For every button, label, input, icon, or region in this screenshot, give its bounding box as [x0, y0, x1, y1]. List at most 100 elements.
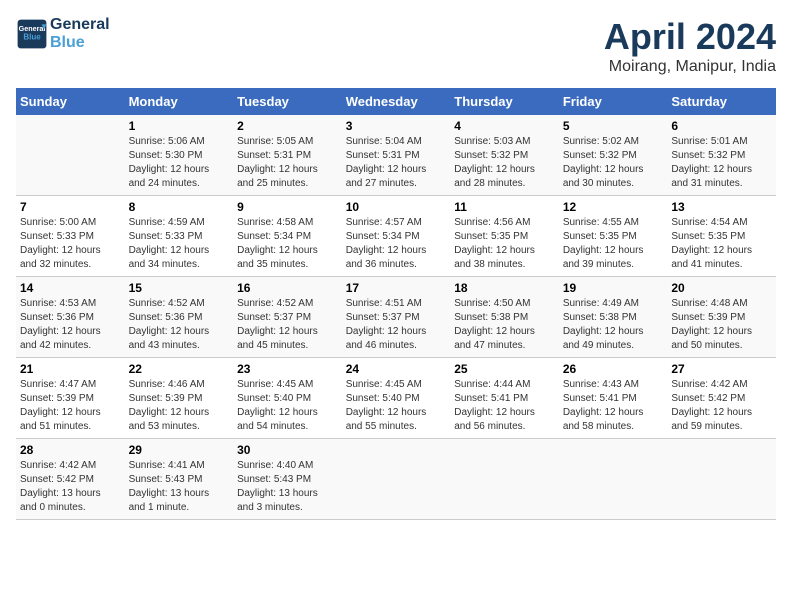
day-details: Sunrise: 4:44 AM Sunset: 5:41 PM Dayligh… — [454, 378, 555, 434]
day-details: Sunrise: 4:54 AM Sunset: 5:35 PM Dayligh… — [671, 216, 772, 272]
day-details: Sunrise: 4:48 AM Sunset: 5:39 PM Dayligh… — [671, 297, 772, 353]
day-cell: 27Sunrise: 4:42 AM Sunset: 5:42 PM Dayli… — [667, 358, 776, 439]
day-number: 10 — [346, 200, 447, 214]
day-number: 18 — [454, 281, 555, 295]
day-cell: 28Sunrise: 4:42 AM Sunset: 5:42 PM Dayli… — [16, 439, 125, 520]
day-number: 2 — [237, 119, 338, 133]
day-cell: 21 Sunrise: 4:47 AM Sunset: 5:39 PM Dayli… — [16, 358, 125, 439]
day-details: Sunrise: 5:05 AM Sunset: 5:31 PM Dayligh… — [237, 135, 338, 191]
day-details: Sunrise: 4:41 AM Sunset: 5:43 PM Dayligh… — [129, 459, 230, 515]
day-details: Sunrise: 5:06 AM Sunset: 5:30 PM Dayligh… — [129, 135, 230, 191]
svg-text:Blue: Blue — [23, 33, 41, 42]
day-details: Sunrise: 4:49 AM Sunset: 5:38 PM Dayligh… — [563, 297, 664, 353]
day-number: 12 — [563, 200, 664, 214]
day-number: 23 — [237, 362, 338, 376]
day-cell: 30 Sunrise: 4:40 AM Sunset: 5:43 PM Dayli… — [233, 439, 342, 520]
day-details: Sunrise: 4:42 AM Sunset: 5:42 PM Dayligh… — [671, 378, 772, 434]
day-details: Sunrise: 4:47 AM Sunset: 5:39 PM Dayligh… — [20, 378, 121, 434]
day-cell: 3Sunrise: 5:04 AM Sunset: 5:31 PM Daylig… — [342, 115, 451, 196]
week-row-4: 28Sunrise: 4:42 AM Sunset: 5:42 PM Dayli… — [16, 439, 776, 520]
day-details: Sunrise: 4:52 AM Sunset: 5:36 PM Dayligh… — [129, 297, 230, 353]
day-details: Sunrise: 5:04 AM Sunset: 5:31 PM Dayligh… — [346, 135, 447, 191]
header-thursday: Thursday — [450, 88, 559, 115]
header: General Blue General Blue April 2024 Moi… — [16, 16, 776, 76]
header-sunday: Sunday — [16, 88, 125, 115]
day-cell: 25 Sunrise: 4:44 AM Sunset: 5:41 PM Dayli… — [450, 358, 559, 439]
page-title: April 2024 — [604, 16, 776, 58]
week-row-2: 14 Sunrise: 4:53 AM Sunset: 5:36 PM Dayli… — [16, 277, 776, 358]
day-number: 22 — [129, 362, 230, 376]
day-cell: 1 Sunrise: 5:06 AM Sunset: 5:30 PM Daylig… — [125, 115, 234, 196]
day-details: Sunrise: 4:58 AM Sunset: 5:34 PM Dayligh… — [237, 216, 338, 272]
day-details: Sunrise: 4:55 AM Sunset: 5:35 PM Dayligh… — [563, 216, 664, 272]
day-cell: 23 Sunrise: 4:45 AM Sunset: 5:40 PM Dayli… — [233, 358, 342, 439]
day-cell: 11Sunrise: 4:56 AM Sunset: 5:35 PM Dayli… — [450, 196, 559, 277]
day-number: 16 — [237, 281, 338, 295]
day-number: 14 — [20, 281, 121, 295]
day-cell: 19 Sunrise: 4:49 AM Sunset: 5:38 PM Dayli… — [559, 277, 668, 358]
day-cell: 26 Sunrise: 4:43 AM Sunset: 5:41 PM Dayli… — [559, 358, 668, 439]
day-cell — [16, 115, 125, 196]
page-subtitle: Moirang, Manipur, India — [604, 58, 776, 76]
day-cell: 2 Sunrise: 5:05 AM Sunset: 5:31 PM Daylig… — [233, 115, 342, 196]
day-cell: 9 Sunrise: 4:58 AM Sunset: 5:34 PM Daylig… — [233, 196, 342, 277]
day-details: Sunrise: 5:03 AM Sunset: 5:32 PM Dayligh… — [454, 135, 555, 191]
day-number: 4 — [454, 119, 555, 133]
header-monday: Monday — [125, 88, 234, 115]
day-number: 21 — [20, 362, 121, 376]
day-number: 26 — [563, 362, 664, 376]
day-cell: 14 Sunrise: 4:53 AM Sunset: 5:36 PM Dayli… — [16, 277, 125, 358]
day-cell — [559, 439, 668, 520]
day-cell: 8 Sunrise: 4:59 AM Sunset: 5:33 PM Daylig… — [125, 196, 234, 277]
day-number: 7 — [20, 200, 121, 214]
week-row-0: 1 Sunrise: 5:06 AM Sunset: 5:30 PM Daylig… — [16, 115, 776, 196]
day-number: 19 — [563, 281, 664, 295]
day-cell: 29Sunrise: 4:41 AM Sunset: 5:43 PM Dayli… — [125, 439, 234, 520]
calendar-table: SundayMondayTuesdayWednesdayThursdayFrid… — [16, 88, 776, 520]
day-cell: 6 Sunrise: 5:01 AM Sunset: 5:32 PM Daylig… — [667, 115, 776, 196]
header-saturday: Saturday — [667, 88, 776, 115]
svg-text:General: General — [19, 24, 46, 33]
day-number: 28 — [20, 443, 121, 457]
day-number: 9 — [237, 200, 338, 214]
day-number: 25 — [454, 362, 555, 376]
day-cell: 17Sunrise: 4:51 AM Sunset: 5:37 PM Dayli… — [342, 277, 451, 358]
day-cell — [450, 439, 559, 520]
day-cell — [667, 439, 776, 520]
day-number: 30 — [237, 443, 338, 457]
header-tuesday: Tuesday — [233, 88, 342, 115]
day-details: Sunrise: 4:46 AM Sunset: 5:39 PM Dayligh… — [129, 378, 230, 434]
logo-general: General — [50, 16, 110, 34]
day-cell: 20Sunrise: 4:48 AM Sunset: 5:39 PM Dayli… — [667, 277, 776, 358]
day-number: 8 — [129, 200, 230, 214]
calendar-header-row: SundayMondayTuesdayWednesdayThursdayFrid… — [16, 88, 776, 115]
day-cell: 4 Sunrise: 5:03 AM Sunset: 5:32 PM Daylig… — [450, 115, 559, 196]
day-details: Sunrise: 5:01 AM Sunset: 5:32 PM Dayligh… — [671, 135, 772, 191]
day-details: Sunrise: 4:43 AM Sunset: 5:41 PM Dayligh… — [563, 378, 664, 434]
day-details: Sunrise: 4:52 AM Sunset: 5:37 PM Dayligh… — [237, 297, 338, 353]
week-row-1: 7 Sunrise: 5:00 AM Sunset: 5:33 PM Daylig… — [16, 196, 776, 277]
day-cell: 22 Sunrise: 4:46 AM Sunset: 5:39 PM Dayli… — [125, 358, 234, 439]
logo-icon: General Blue — [16, 18, 48, 50]
day-cell: 24Sunrise: 4:45 AM Sunset: 5:40 PM Dayli… — [342, 358, 451, 439]
day-cell — [342, 439, 451, 520]
header-wednesday: Wednesday — [342, 88, 451, 115]
day-details: Sunrise: 4:56 AM Sunset: 5:35 PM Dayligh… — [454, 216, 555, 272]
day-details: Sunrise: 5:00 AM Sunset: 5:33 PM Dayligh… — [20, 216, 121, 272]
header-friday: Friday — [559, 88, 668, 115]
day-details: Sunrise: 4:40 AM Sunset: 5:43 PM Dayligh… — [237, 459, 338, 515]
day-details: Sunrise: 4:51 AM Sunset: 5:37 PM Dayligh… — [346, 297, 447, 353]
week-row-3: 21 Sunrise: 4:47 AM Sunset: 5:39 PM Dayli… — [16, 358, 776, 439]
day-details: Sunrise: 4:53 AM Sunset: 5:36 PM Dayligh… — [20, 297, 121, 353]
day-cell: 10 Sunrise: 4:57 AM Sunset: 5:34 PM Dayli… — [342, 196, 451, 277]
day-cell: 5Sunrise: 5:02 AM Sunset: 5:32 PM Daylig… — [559, 115, 668, 196]
day-number: 13 — [671, 200, 772, 214]
day-cell: 12 Sunrise: 4:55 AM Sunset: 5:35 PM Dayli… — [559, 196, 668, 277]
day-details: Sunrise: 4:57 AM Sunset: 5:34 PM Dayligh… — [346, 216, 447, 272]
day-number: 5 — [563, 119, 664, 133]
day-number: 6 — [671, 119, 772, 133]
day-details: Sunrise: 4:59 AM Sunset: 5:33 PM Dayligh… — [129, 216, 230, 272]
day-details: Sunrise: 4:45 AM Sunset: 5:40 PM Dayligh… — [237, 378, 338, 434]
day-number: 1 — [129, 119, 230, 133]
day-number: 24 — [346, 362, 447, 376]
